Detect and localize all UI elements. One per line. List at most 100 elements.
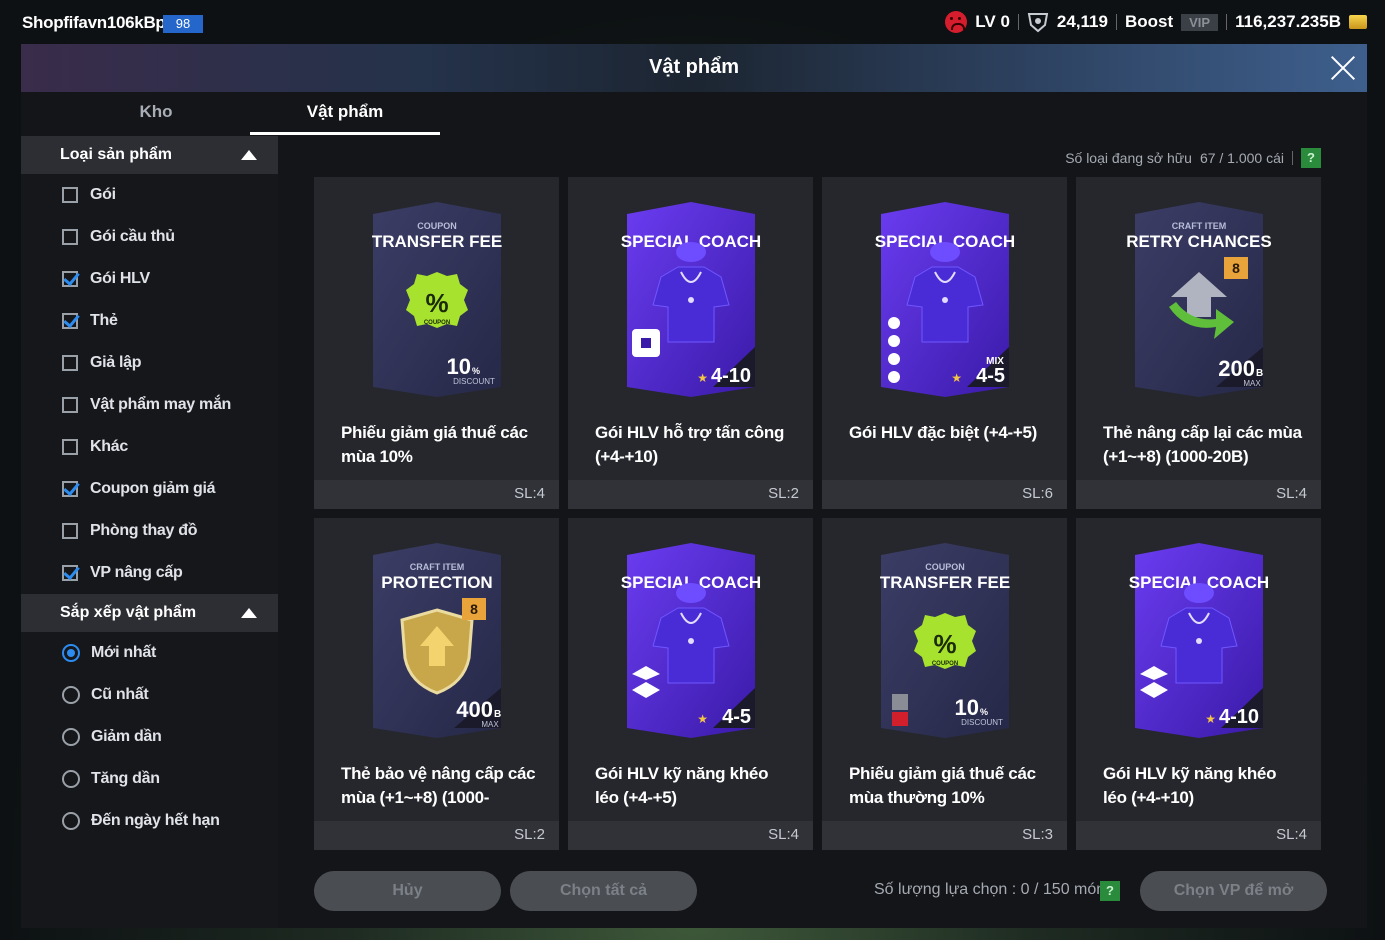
filter-option[interactable]: Gói HLV — [21, 258, 278, 300]
radio-button[interactable] — [62, 812, 80, 830]
skill-badge-icon — [888, 371, 900, 383]
filter-option-label: VP nâng cấp — [90, 564, 183, 581]
sort-section-header[interactable]: Sắp xếp vật phẩm — [21, 594, 278, 632]
filter-option[interactable]: Vật phẩm may mắn — [21, 384, 278, 426]
checkbox[interactable] — [62, 187, 78, 203]
card-value: 10 — [447, 354, 471, 379]
item-card[interactable]: COUPON TRANSFER FEE% COUPON 10% DISCOUNT Phiế… — [822, 518, 1067, 850]
whistle-icon — [688, 638, 694, 644]
cancel-button[interactable]: Hủy — [314, 871, 501, 911]
item-quantity: SL:3 — [1022, 826, 1053, 843]
coach-cap-icon — [676, 583, 706, 603]
card-small-label: COUPON — [925, 562, 965, 572]
filter-option[interactable]: Khác — [21, 426, 278, 468]
skill-badge-icon — [888, 353, 900, 365]
item-card[interactable]: CRAFT ITEM RETRY CHANCES 8 200 B MAX Thẻ nâng … — [1076, 177, 1321, 509]
item-quantity: SL:2 — [768, 485, 799, 502]
item-card[interactable]: SPECIAL COACH 4-5 ★ MIX Gói HLV đặc biệt (+4… — [822, 177, 1067, 509]
sort-option-label: Đến ngày hết hạn — [91, 812, 220, 829]
item-footer: SL:3 — [822, 821, 1067, 850]
sort-option[interactable]: Tăng dần — [21, 758, 278, 800]
radio-button[interactable] — [62, 644, 80, 662]
close-button[interactable] — [1327, 52, 1359, 84]
card-value: 10 — [955, 695, 979, 720]
card-range: 4-5 — [722, 706, 751, 728]
filter-option[interactable]: Giả lập — [21, 342, 278, 384]
card-mix-label: MIX — [986, 356, 1004, 367]
vip-tag[interactable]: VIP — [1181, 13, 1219, 31]
card-sub-label: DISCOUNT — [961, 718, 1003, 727]
sort-option[interactable]: Mới nhất — [21, 632, 278, 674]
category-section-header[interactable]: Loại sản phẩm — [21, 136, 278, 174]
checkbox[interactable] — [62, 229, 78, 245]
category-section-title: Loại sản phẩm — [60, 146, 173, 163]
item-card[interactable]: CRAFT ITEM PROTECTION 8 400 B MAX Thẻ bảo vệ n… — [314, 518, 559, 850]
panel-header: Vật phẩm — [21, 44, 1367, 92]
coin-icon — [1349, 15, 1367, 29]
owned-value: 67 / 1.000 cái — [1199, 150, 1284, 166]
tab-kho[interactable]: Kho — [61, 102, 251, 122]
item-name: Gói HLV kỹ năng khéo léo (+4-+5) — [595, 764, 769, 807]
card-unit: % — [980, 707, 988, 717]
level-badge-number: 8 — [470, 601, 478, 617]
checkbox[interactable] — [62, 523, 78, 539]
lock-glyph-icon — [641, 338, 651, 348]
item-name: Thẻ nâng cấp lại các mùa (+1~+8) (1000-2… — [1103, 423, 1302, 466]
level-badge-number: 8 — [1232, 260, 1240, 276]
locked-icon — [892, 694, 908, 710]
filter-option-label: Gói HLV — [90, 270, 150, 287]
filter-option[interactable]: Gói cầu thủ — [21, 216, 278, 258]
card-title-label: PROTECTION — [381, 573, 492, 592]
sort-option[interactable]: Giảm dần — [21, 716, 278, 758]
item-card-art: CRAFT ITEMRETRY CHANCES 8 200 BMAX — [1126, 202, 1272, 397]
radio-button[interactable] — [62, 686, 80, 704]
checkbox[interactable] — [62, 313, 78, 329]
checkbox[interactable] — [62, 397, 78, 413]
checkbox[interactable] — [62, 439, 78, 455]
checkbox[interactable] — [62, 271, 78, 287]
open-items-button[interactable]: Chọn VP để mở — [1140, 871, 1327, 911]
item-card-art: SPECIAL COACH4-5★ — [621, 543, 761, 738]
checkbox[interactable] — [62, 355, 78, 371]
card-small-label: CRAFT ITEM — [1172, 221, 1227, 231]
filter-option[interactable]: VP nâng cấp — [21, 552, 278, 594]
points-value: 24,119 — [1056, 12, 1108, 31]
checkbox[interactable] — [62, 481, 78, 497]
divider — [1292, 151, 1293, 165]
filter-option-label: Coupon giảm giá — [90, 480, 216, 497]
lv-label: LV 0 — [975, 12, 1010, 31]
selection-help-button[interactable]: ? — [1100, 881, 1120, 901]
filter-option-label: Gói — [90, 186, 116, 203]
sort-option[interactable]: Cũ nhất — [21, 674, 278, 716]
star-icon: ★ — [697, 371, 708, 385]
item-name: Thẻ bảo vệ nâng cấp các mùa (+1~+8) (100… — [341, 764, 536, 807]
item-card[interactable]: SPECIAL COACH 4-10 ★ Gói HLV hỗ trợ tấn côn… — [568, 177, 813, 509]
tab-vat-pham[interactable]: Vật phẩm — [250, 102, 440, 122]
card-range: 4-5 — [976, 365, 1005, 387]
percent-icon: % — [933, 629, 956, 659]
filter-sidebar: Loại sản phẩm Gói Gói cầu thủ Gói HLV Thẻ Gi… — [21, 136, 278, 928]
filter-option-label: Phòng thay đồ — [90, 522, 198, 539]
filter-option[interactable]: Phòng thay đồ — [21, 510, 278, 552]
sort-option[interactable]: Đến ngày hết hạn — [21, 800, 278, 842]
no-entry-icon — [892, 712, 908, 726]
filter-option[interactable]: Thẻ — [21, 300, 278, 342]
radio-button[interactable] — [62, 728, 80, 746]
boost-label[interactable]: Boost — [1125, 12, 1173, 32]
select-all-button[interactable]: Chọn tất cả — [510, 871, 697, 911]
item-card[interactable]: COUPON TRANSFER FEE% COUPON 10% DISCOUNT Phiế… — [314, 177, 559, 509]
sort-list: Mới nhất Cũ nhất Giảm dần Tăng dần Đến ngày … — [21, 632, 278, 842]
radio-button[interactable] — [62, 770, 80, 788]
item-footer: SL:2 — [568, 480, 813, 509]
whistle-icon — [942, 297, 948, 303]
card-unit: B — [494, 709, 501, 720]
item-card[interactable]: SPECIAL COACH 4-5 ★ Gói HLV kỹ năng khéo lé… — [568, 518, 813, 850]
filter-option[interactable]: Coupon giảm giá — [21, 468, 278, 510]
owned-help-button[interactable]: ? — [1301, 148, 1321, 168]
filter-option-label: Gói cầu thủ — [90, 228, 175, 245]
filter-option[interactable]: Gói — [21, 174, 278, 216]
star-icon: ★ — [951, 371, 962, 385]
item-name: Phiếu giảm giá thuế các mùa thường 10% — [849, 764, 1036, 807]
item-card[interactable]: SPECIAL COACH 4-10 ★ Gói HLV kỹ năng khéo l… — [1076, 518, 1321, 850]
checkbox[interactable] — [62, 565, 78, 581]
